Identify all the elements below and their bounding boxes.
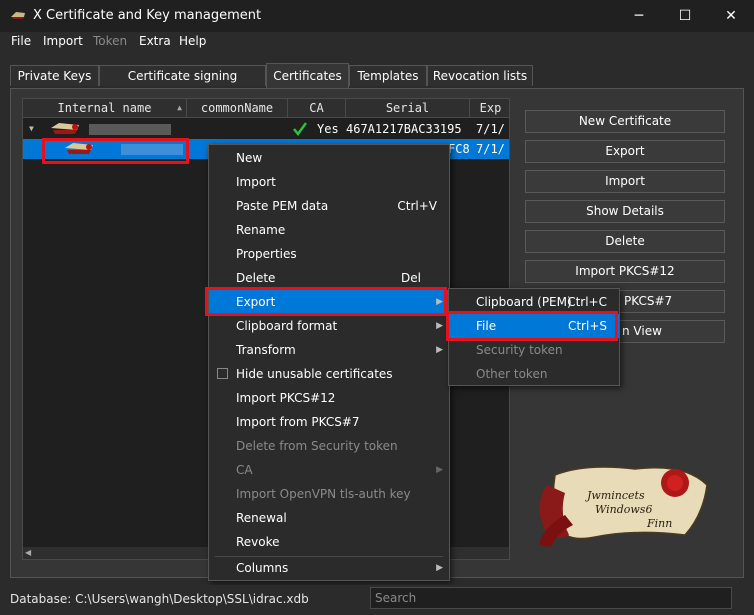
column-internal-name[interactable]: Internal name ▲ xyxy=(23,99,187,117)
redacted-name xyxy=(89,124,171,135)
ctx-item-properties[interactable]: Properties xyxy=(209,242,449,266)
import-pkcs12-button[interactable]: Import PKCS#12 xyxy=(525,260,725,283)
menu-import[interactable]: Import xyxy=(43,34,83,48)
annotation-highlight-row xyxy=(42,138,189,164)
expiry-value: 7/1/ xyxy=(476,122,505,136)
ctx-item-paste-pem[interactable]: Paste PEM data Ctrl+V xyxy=(209,194,449,218)
tab-templates[interactable]: Templates xyxy=(349,65,427,86)
maximize-button[interactable]: ☐ xyxy=(662,0,708,32)
submenu-arrow-icon: ▶ xyxy=(436,465,443,475)
logo-text-line2: Windows6 xyxy=(595,503,652,516)
show-details-button[interactable]: Show Details xyxy=(525,200,725,223)
tab-private-keys[interactable]: Private Keys xyxy=(10,65,99,86)
list-header: Internal name ▲ commonName CA Serial Exp xyxy=(23,99,509,118)
export-other-token[interactable]: Other token xyxy=(449,362,619,386)
database-path: Database: C:\Users\wangh\Desktop\SSL\idr… xyxy=(10,592,309,606)
menu-help[interactable]: Help xyxy=(179,34,206,48)
ctx-item-transform[interactable]: Transform ▶ xyxy=(209,338,449,362)
app-icon xyxy=(11,12,25,19)
tab-revocation-lists[interactable]: Revocation lists xyxy=(427,65,533,86)
export-security-token[interactable]: Security token xyxy=(449,338,619,362)
new-certificate-button[interactable]: New Certificate xyxy=(525,110,725,133)
table-row[interactable]: ▼ Yes 467A1217BAC33195 7/1/ xyxy=(23,119,509,139)
ctx-item-ca[interactable]: CA ▶ xyxy=(209,458,449,482)
ctx-item-import-openvpn[interactable]: Import OpenVPN tls-auth key xyxy=(209,482,449,506)
ctx-item-delete-from-token[interactable]: Delete from Security token xyxy=(209,434,449,458)
title-bar: X Certificate and Key management ─ ☐ ✕ xyxy=(0,0,754,32)
serial-value: FC8 xyxy=(448,142,470,156)
submenu-arrow-icon: ▶ xyxy=(436,563,443,573)
tab-certificates[interactable]: Certificates xyxy=(266,63,349,88)
annotation-highlight-export xyxy=(205,287,447,316)
ctx-item-rename[interactable]: Rename xyxy=(209,218,449,242)
import-button[interactable]: Import xyxy=(525,170,725,193)
menu-bar: File Import Token Extra Help xyxy=(0,32,754,52)
ctx-item-new[interactable]: New xyxy=(209,146,449,170)
menu-extra[interactable]: Extra xyxy=(139,34,171,48)
context-menu: New Import Paste PEM data Ctrl+V Rename P… xyxy=(208,144,450,581)
ctx-item-import-pkcs7[interactable]: Import from PKCS#7 xyxy=(209,410,449,434)
sort-ascending-icon: ▲ xyxy=(177,103,182,112)
xca-scroll-logo: Jwmincets Windows6 Finn xyxy=(539,466,708,547)
ctx-item-columns[interactable]: Columns ▶ xyxy=(209,556,449,580)
annotation-highlight-file xyxy=(446,311,618,341)
column-commonname[interactable]: commonName xyxy=(187,99,288,117)
close-button[interactable]: ✕ xyxy=(708,0,754,32)
certificate-icon xyxy=(51,123,79,134)
checkbox-icon[interactable] xyxy=(217,368,228,379)
submenu-arrow-icon: ▶ xyxy=(436,345,443,355)
ctx-item-clipboard-format[interactable]: Clipboard format ▶ xyxy=(209,314,449,338)
ctx-item-import[interactable]: Import xyxy=(209,170,449,194)
scroll-left-icon[interactable]: ◀ xyxy=(25,547,31,559)
ca-value: Yes xyxy=(317,122,339,136)
ctx-item-revoke[interactable]: Revoke xyxy=(209,530,449,554)
delete-button[interactable]: Delete xyxy=(525,230,725,253)
window-title: X Certificate and Key management xyxy=(33,8,262,23)
logo-text-line3: Finn xyxy=(646,517,672,530)
ctx-item-renewal[interactable]: Renewal xyxy=(209,506,449,530)
column-expiry[interactable]: Exp xyxy=(470,99,509,117)
expiry-value: 7/1/ xyxy=(476,142,505,156)
export-button[interactable]: Export xyxy=(525,140,725,163)
column-ca[interactable]: CA xyxy=(288,99,346,117)
menu-token[interactable]: Token xyxy=(93,34,127,48)
tab-certificate-signing-requests[interactable]: Certificate signing requests xyxy=(99,65,266,104)
menu-file[interactable]: File xyxy=(11,34,31,48)
logo-text-line1: Jwmincets xyxy=(585,489,645,502)
collapse-arrow-icon[interactable]: ▼ xyxy=(29,119,34,139)
checkmark-icon xyxy=(293,122,308,137)
column-serial[interactable]: Serial xyxy=(346,99,470,117)
ctx-item-hide-unusable[interactable]: Hide unusable certificates xyxy=(209,362,449,386)
minimize-button[interactable]: ─ xyxy=(616,0,662,32)
serial-value: 467A1217BAC33195 xyxy=(346,122,462,136)
ctx-item-import-pkcs12[interactable]: Import PKCS#12 xyxy=(209,386,449,410)
submenu-arrow-icon: ▶ xyxy=(436,321,443,331)
search-input[interactable]: Search xyxy=(370,587,732,609)
